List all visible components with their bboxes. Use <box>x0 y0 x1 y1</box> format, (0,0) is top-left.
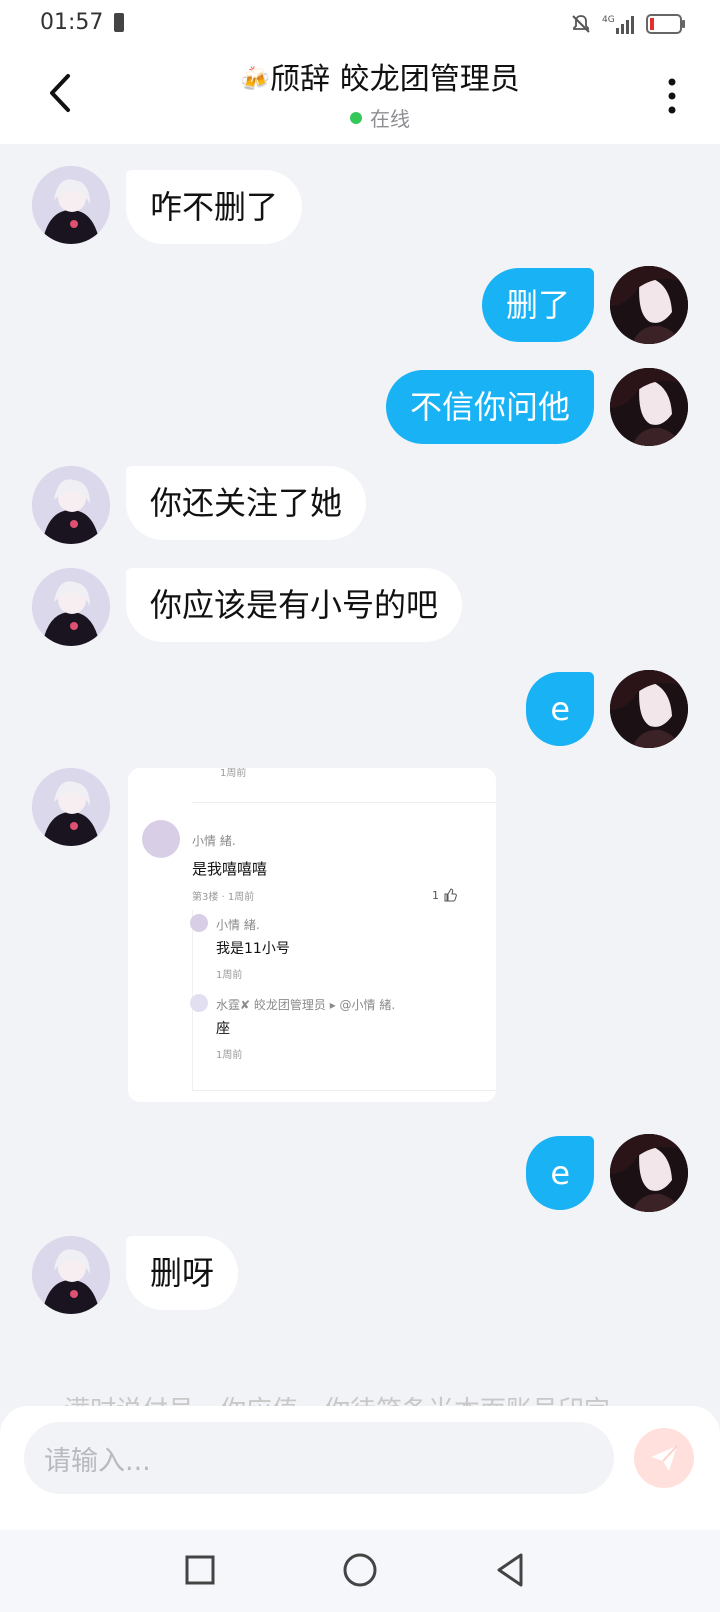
comment-avatar <box>142 820 180 858</box>
mute-icon <box>572 15 590 33</box>
back-nav-button[interactable] <box>484 1544 536 1596</box>
reply-avatar <box>190 914 208 932</box>
message-bubble[interactable]: 咋不删了 <box>126 170 303 244</box>
message-row: 1周前 小情 緒. 是我嘻嘻嘻 第3楼 · 1周前 1 小情 緒. 我是11小号… <box>0 768 720 1108</box>
message-row: e <box>0 670 720 752</box>
message-row: 不信你问他 <box>0 368 720 450</box>
battery-saver-icon <box>114 13 124 32</box>
more-vertical-icon <box>668 78 676 114</box>
message-row: 你应该是有小号的吧 <box>0 568 720 648</box>
home-button[interactable] <box>334 1544 386 1596</box>
reply-text: 我是11小号 <box>216 941 290 957</box>
message-row: 删了 <box>0 266 720 348</box>
reply-avatar <box>190 994 208 1012</box>
reply-name: 水霆✘ 皎龙团管理员 ▸ @小情 緒. <box>216 996 395 1013</box>
chat-title-text: 颀辞 皎龙团管理员 <box>270 62 520 97</box>
avatar[interactable] <box>32 166 110 244</box>
battery-icon <box>646 14 685 34</box>
message-bubble[interactable]: 删呀 <box>126 1236 239 1310</box>
avatar[interactable] <box>32 568 110 646</box>
message-bubble[interactable]: e <box>526 672 594 746</box>
avatar[interactable] <box>610 1134 688 1212</box>
message-bubble[interactable]: e <box>526 1136 594 1210</box>
square-icon <box>185 1555 215 1585</box>
message-row: e <box>0 1134 720 1216</box>
paper-plane-icon <box>651 1445 678 1471</box>
reply-name: 小情 緒. <box>216 918 260 932</box>
network-label: 4G <box>602 15 615 25</box>
avatar[interactable] <box>32 1236 110 1314</box>
title-emoji-left: 🍻 <box>240 65 271 93</box>
input-area: 请输入... <box>0 1406 720 1530</box>
system-nav-bar <box>0 1530 720 1612</box>
more-button[interactable] <box>662 76 682 116</box>
like-count: 1 <box>432 888 457 902</box>
reply-target: ▸ @小情 緒. <box>329 998 396 1012</box>
avatar[interactable] <box>610 670 688 748</box>
avatar[interactable] <box>32 768 110 846</box>
signal-icon: 4G <box>602 15 634 34</box>
avatar[interactable] <box>610 368 688 446</box>
status-icons: 4G <box>570 12 686 36</box>
recent-apps-button[interactable] <box>174 1544 226 1596</box>
reply-text: 座 <box>216 1021 230 1037</box>
comment-name: 小情 緒. <box>192 834 236 848</box>
message-bubble[interactable]: 删了 <box>481 268 594 342</box>
message-row: 咋不删了 <box>0 166 720 250</box>
reply-meta: 1周前 <box>216 970 243 981</box>
divider <box>192 802 496 803</box>
chat-title: 🍻颀辞 皎龙团管理员 <box>150 60 610 99</box>
avatar[interactable] <box>610 266 688 344</box>
message-bubble[interactable]: 你还关注了她 <box>126 466 367 540</box>
message-row: 你还关注了她 <box>0 466 720 546</box>
top-bar: 01:57 4G 🍻颀辞 皎龙团管理员 在线 <box>0 0 720 144</box>
back-button[interactable] <box>42 70 78 116</box>
online-dot-icon <box>350 111 362 124</box>
status-time: 01:57 <box>40 10 104 35</box>
chat-header: 🍻颀辞 皎龙团管理员 在线 <box>0 48 720 144</box>
comment-meta: 第3楼 · 1周前 <box>192 892 255 903</box>
send-button[interactable] <box>634 1428 694 1488</box>
reply-meta: 1周前 <box>216 1050 243 1061</box>
comment-text: 是我嘻嘻嘻 <box>192 860 268 878</box>
triangle-back-icon <box>497 1553 523 1587</box>
divider <box>192 1090 496 1091</box>
chat-title-block: 🍻颀辞 皎龙团管理员 在线 <box>150 60 610 132</box>
like-count-text: 1 <box>432 888 439 902</box>
message-list[interactable]: 咋不删了 删了 不信你问他 你还关注了她 你应该是有小号的吧 e 1周前 小情 … <box>0 144 720 1406</box>
message-bubble[interactable]: 不信你问他 <box>385 370 594 444</box>
image-message[interactable]: 1周前 小情 緒. 是我嘻嘻嘻 第3楼 · 1周前 1 小情 緒. 我是11小号… <box>128 768 496 1102</box>
circle-icon <box>343 1553 377 1587</box>
avatar[interactable] <box>32 466 110 544</box>
online-status: 在线 <box>350 103 410 132</box>
image-partial-time: 1周前 <box>220 768 247 779</box>
thumbs-up-icon <box>444 888 457 902</box>
chevron-left-icon <box>50 74 70 112</box>
reply-author: 水霆✘ 皎龙团管理员 <box>216 998 326 1012</box>
online-status-text: 在线 <box>370 107 410 131</box>
message-row: 删呀 <box>0 1236 720 1316</box>
message-bubble[interactable]: 你应该是有小号的吧 <box>126 568 463 642</box>
status-bar: 01:57 4G <box>0 0 720 48</box>
message-input[interactable]: 请输入... <box>24 1422 614 1494</box>
